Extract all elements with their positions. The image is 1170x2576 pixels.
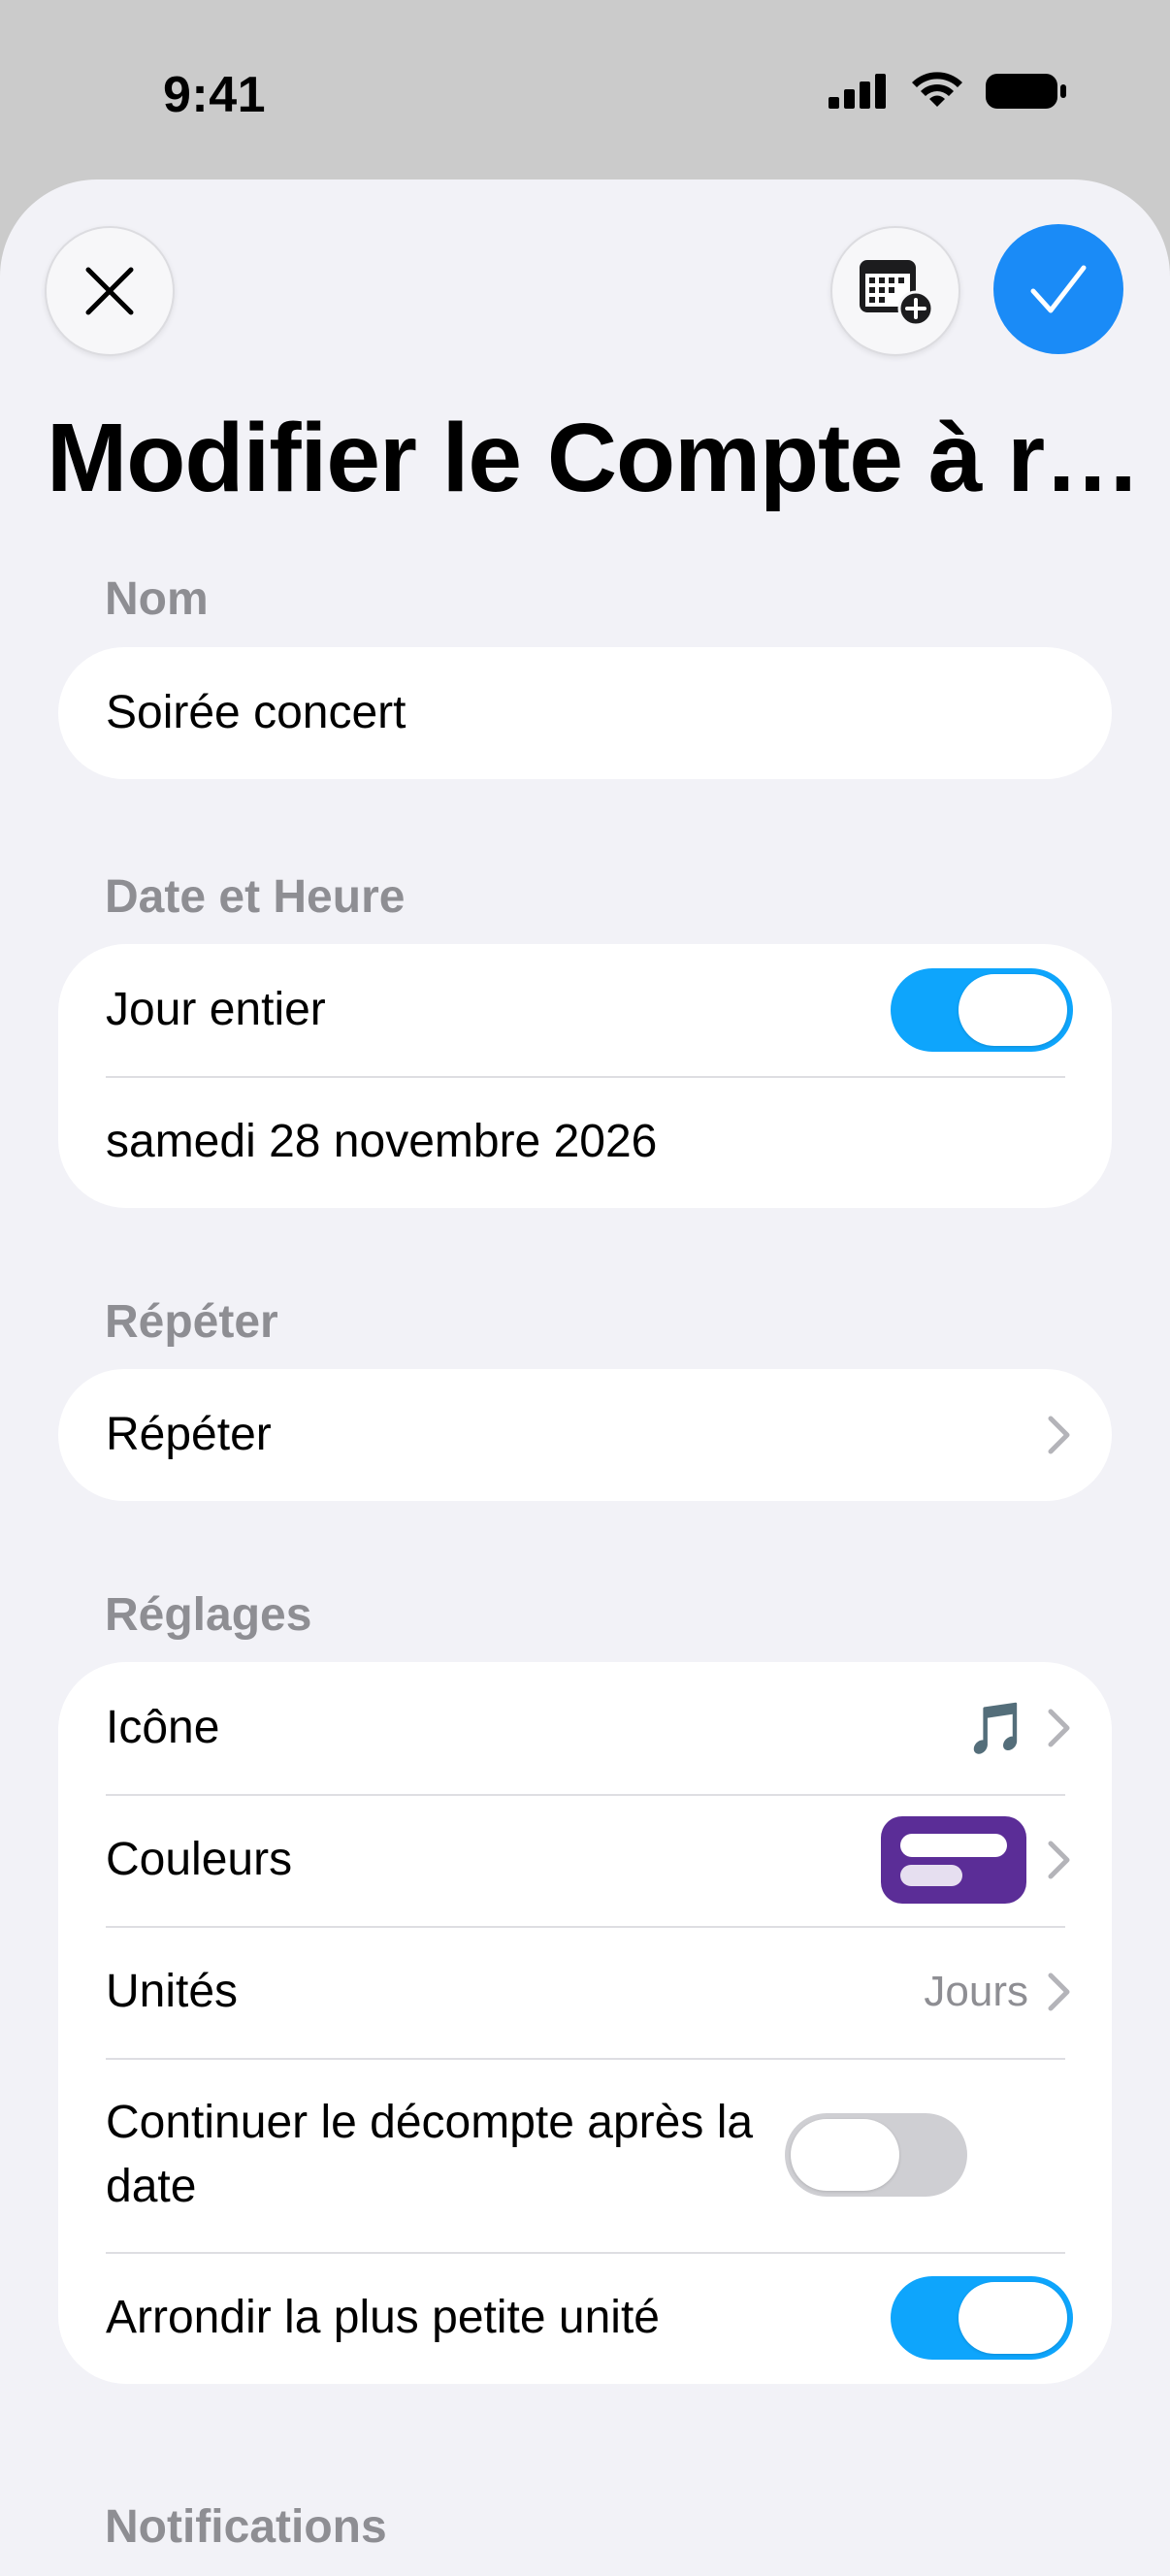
calendar-add-icon [860,260,933,326]
checkmark-icon [1030,265,1087,313]
edit-sheet: Modifier le Compte à r… Nom Soirée conce… [0,179,1170,2576]
continue-countdown-label: Continuer le décompte après la date [106,2097,754,2212]
name-value: Soirée concert [106,687,406,738]
all-day-label: Jour entier [106,984,326,1035]
round-unit-label: Arrondir la plus petite unité [106,2292,660,2343]
date-row[interactable]: samedi 28 novembre 2026 [58,1076,1112,1208]
repeat-card: Répéter [58,1369,1112,1501]
icon-row[interactable]: Icône 🎵 [58,1662,1112,1794]
music-note-icon: 🎵 [965,1700,1028,1757]
round-unit-toggle[interactable] [891,2276,1073,2360]
chevron-right-icon [1048,1416,1070,1454]
close-icon [85,267,134,315]
units-label: Unités [106,1966,239,2017]
name-card: Soirée concert [58,647,1112,779]
chevron-right-icon [1048,1709,1070,1747]
date-value: samedi 28 novembre 2026 [106,1116,658,1167]
continue-countdown-row: Continuer le décompte après la date [58,2058,1112,2252]
cellular-signal-icon [829,74,886,109]
round-unit-row: Arrondir la plus petite unité [58,2252,1112,2384]
continue-countdown-toggle[interactable] [785,2113,967,2197]
status-icons [829,72,1067,111]
add-to-calendar-button[interactable] [830,226,960,356]
chevron-right-icon [1048,1841,1070,1879]
section-label-datetime: Date et Heure [105,871,406,923]
confirm-button[interactable] [993,224,1123,354]
icon-label: Icône [106,1702,220,1753]
wifi-icon [912,72,962,107]
repeat-row[interactable]: Répéter [58,1369,1112,1501]
repeat-row-label: Répéter [106,1409,272,1460]
section-label-notifications: Notifications [105,2501,387,2553]
all-day-toggle[interactable] [891,968,1073,1052]
battery-icon [986,74,1066,109]
color-swatch [881,1816,1026,1904]
settings-card: Icône 🎵 Couleurs Unités Jours Continuer … [58,1662,1112,2384]
colors-label: Couleurs [106,1834,293,1885]
units-value: Jours [924,1968,1028,2015]
all-day-row: Jour entier [58,944,1112,1076]
units-row[interactable]: Unités Jours [58,1926,1112,2058]
datetime-card: Jour entier samedi 28 novembre 2026 [58,944,1112,1208]
status-time: 9:41 [163,67,267,123]
name-input[interactable]: Soirée concert [58,647,1112,779]
status-bar: 9:41 [0,0,1170,184]
close-button[interactable] [45,226,175,356]
page-title: Modifier le Compte à r… [47,404,1141,512]
section-label-name: Nom [105,573,209,625]
chevron-right-icon [1048,1973,1070,2011]
section-label-settings: Réglages [105,1589,312,1641]
section-label-repeat: Répéter [105,1296,278,1348]
colors-row[interactable]: Couleurs [58,1794,1112,1926]
